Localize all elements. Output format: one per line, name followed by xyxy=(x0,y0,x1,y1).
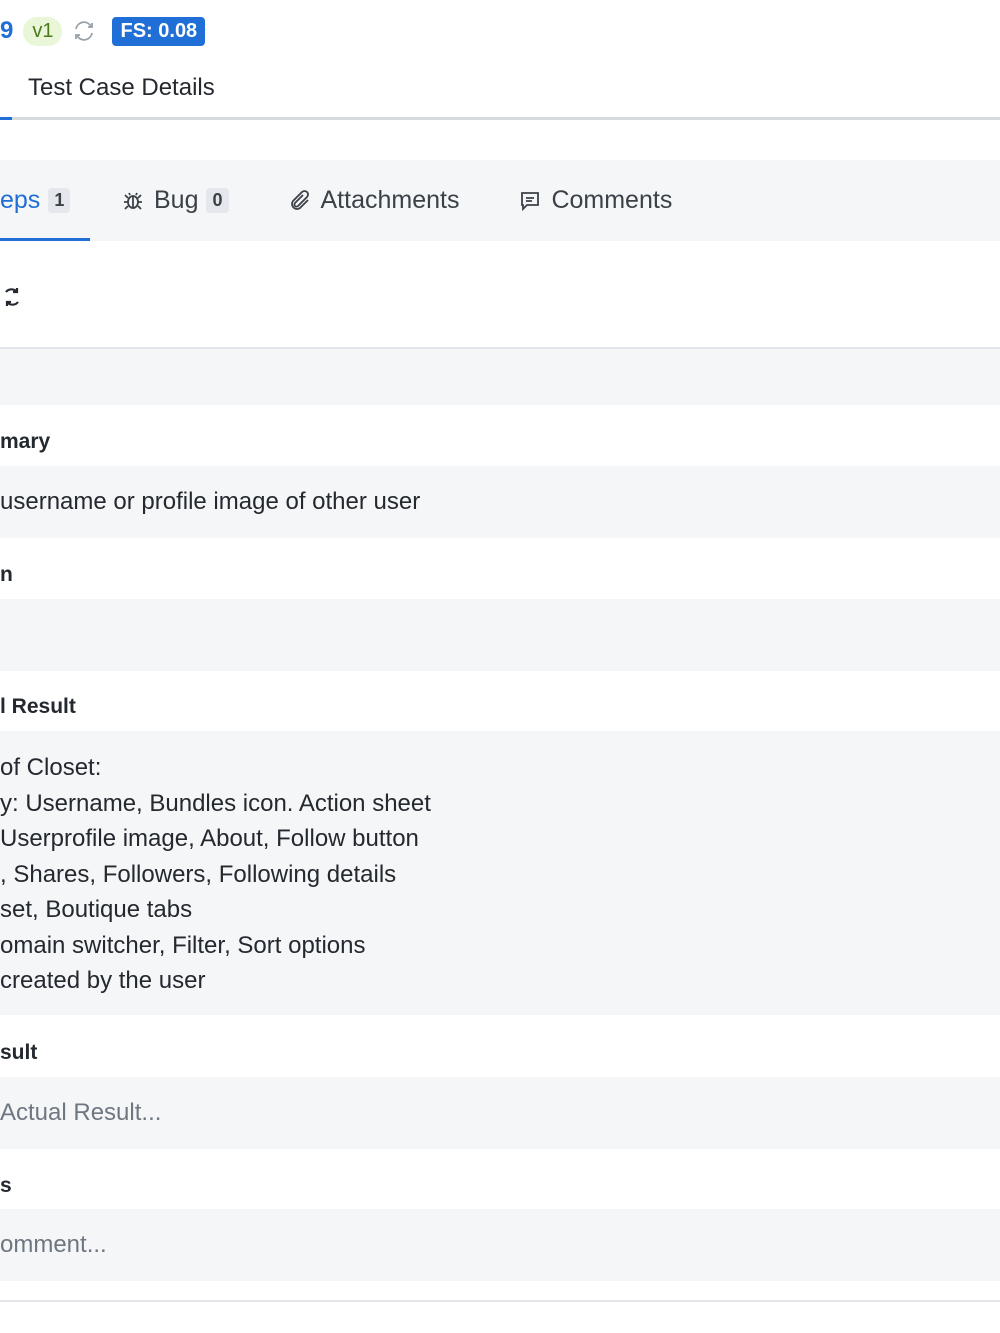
precondition-field[interactable] xyxy=(0,599,1000,671)
version-badge[interactable]: v1 xyxy=(23,16,63,46)
active-tab-indicator xyxy=(0,238,90,241)
actual-result-placeholder: Actual Result... xyxy=(0,1099,162,1126)
tab-label: Comments xyxy=(551,186,673,214)
tab-attachments[interactable]: Attachments xyxy=(287,160,460,241)
precondition-label: n xyxy=(0,563,13,586)
expected-line: Userprofile image, About, Follow button xyxy=(0,825,419,852)
test-case-id[interactable]: 9 xyxy=(0,17,13,45)
expected-line: of Closet: xyxy=(0,754,102,781)
details-tab-bar: Test Case Details xyxy=(0,60,1000,120)
paperclip-icon xyxy=(287,188,313,214)
summary-label: mary xyxy=(0,430,51,453)
expected-line: omain switcher, Filter, Sort options xyxy=(0,931,366,959)
tab-comments[interactable]: Comments xyxy=(517,160,672,241)
test-case-header: 9 v1 FS: 0.08 xyxy=(0,14,206,48)
expected-line: set, Boutique tabs xyxy=(0,896,193,923)
section-tabs: eps 1 Bug 0 Attachments Comments xyxy=(0,160,1000,241)
comment-placeholder: omment... xyxy=(0,1231,107,1258)
tab-bug[interactable]: Bug 0 xyxy=(120,160,229,241)
expected-line: y: Username, Bundles icon. Action sheet xyxy=(0,789,431,817)
comment-input[interactable]: omment... xyxy=(0,1209,1000,1281)
tab-label: Bug xyxy=(154,186,199,214)
active-tab-indicator xyxy=(0,117,12,120)
fs-score-badge: FS: 0.08 xyxy=(112,16,206,46)
summary-value: username or profile image of other user xyxy=(0,488,421,515)
bug-count: 0 xyxy=(206,188,229,213)
tab-steps[interactable]: eps 1 xyxy=(0,160,90,241)
bug-icon xyxy=(120,188,146,214)
actual-result-label: sult xyxy=(0,1041,38,1064)
refresh-icon[interactable] xyxy=(70,17,98,45)
actual-result-input[interactable]: Actual Result... xyxy=(0,1077,1000,1149)
expected-result-field[interactable]: of Closet: y: Username, Bundles icon. Ac… xyxy=(0,731,1000,1015)
tab-test-case-details[interactable]: Test Case Details xyxy=(28,74,215,102)
expected-line: created by the user xyxy=(0,967,206,994)
tab-label: eps xyxy=(0,186,41,214)
comments-label: s xyxy=(0,1174,12,1197)
bottom-divider xyxy=(0,1300,1000,1302)
expected-line: , Shares, Followers, Following details xyxy=(0,860,397,888)
sync-icon xyxy=(0,285,24,314)
steps-count: 1 xyxy=(48,188,71,213)
sync-button[interactable] xyxy=(0,282,30,316)
expected-result-label: l Result xyxy=(0,695,76,718)
summary-field[interactable]: username or profile image of other user xyxy=(0,466,1000,538)
comment-icon xyxy=(517,188,543,214)
tab-label: Attachments xyxy=(320,186,460,214)
section-divider xyxy=(0,347,1000,405)
